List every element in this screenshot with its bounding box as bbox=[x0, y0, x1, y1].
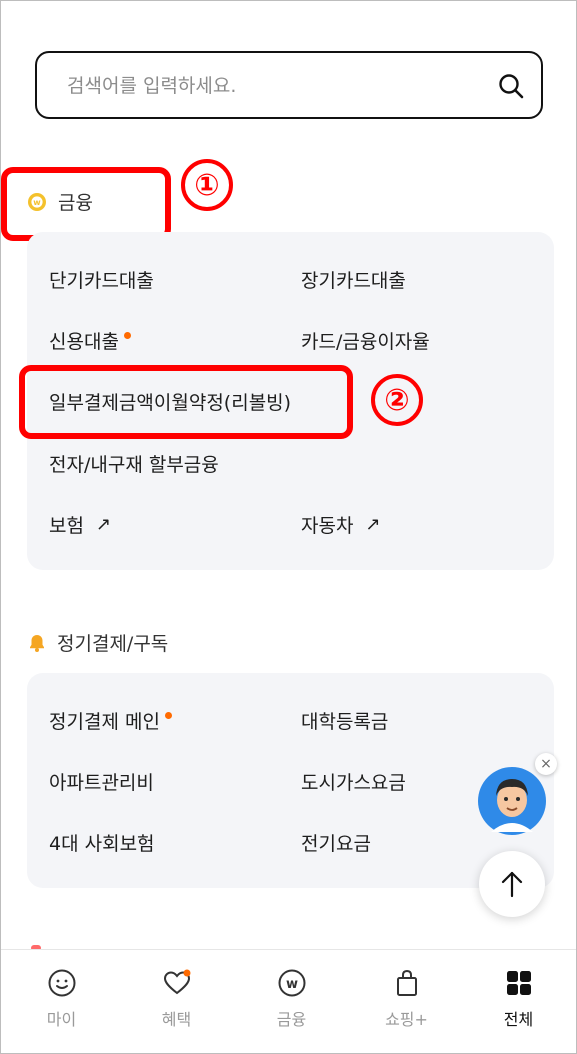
svg-text:w: w bbox=[285, 977, 297, 992]
menu-item-short-term-card-loan[interactable]: 단기카드대출 bbox=[49, 266, 154, 293]
smile-icon bbox=[48, 969, 75, 997]
menu-item-tuition[interactable]: 대학등록금 bbox=[301, 707, 388, 734]
menu-item-label: 전기요금 bbox=[301, 833, 371, 855]
search-icon[interactable] bbox=[497, 72, 525, 100]
menu-item-label: 아파트관리비 bbox=[49, 772, 154, 794]
nav-label: 금융 bbox=[276, 1010, 307, 1029]
menu-item-label: 4대 사회보험 bbox=[49, 833, 155, 855]
menu-item-installment-finance[interactable]: 전자/내구재 할부금융 bbox=[49, 450, 219, 477]
shopping-bag-icon bbox=[396, 969, 417, 996]
bell-icon bbox=[30, 634, 44, 652]
new-dot-badge bbox=[164, 712, 172, 719]
nav-label: 혜택 bbox=[161, 1010, 192, 1029]
external-link-icon: ↗ bbox=[365, 514, 381, 535]
scroll-to-top-button[interactable] bbox=[479, 851, 545, 917]
menu-item-social-insurance[interactable]: 4대 사회보험 bbox=[49, 829, 155, 856]
menu-item-apartment-fee[interactable]: 아파트관리비 bbox=[49, 768, 154, 795]
menu-item-subscription-main[interactable]: 정기결제 메인 bbox=[49, 707, 172, 734]
bottom-navigation: 마이 혜택 w 금융 쇼핑+ 전체 bbox=[1, 949, 576, 1053]
menu-item-long-term-card-loan[interactable]: 장기카드대출 bbox=[301, 266, 406, 293]
new-dot-badge bbox=[123, 332, 131, 339]
nav-item-finance[interactable]: w 금융 bbox=[234, 950, 349, 1053]
external-link-icon: ↗ bbox=[95, 514, 112, 535]
chatbot-avatar-button[interactable] bbox=[477, 766, 547, 836]
annotation-box-1 bbox=[1, 167, 171, 241]
menu-item-label: 보험 bbox=[49, 515, 84, 537]
section-title-label: 정기결제/구독 bbox=[57, 633, 169, 655]
nav-label: 쇼핑+ bbox=[385, 1010, 428, 1029]
menu-item-label: 전자/내구재 할부금융 bbox=[49, 454, 219, 476]
subscription-menu-card: 정기결제 메인 대학등록금 아파트관리비 도시가스요금 4대 사회보험 전기요금 bbox=[27, 673, 554, 888]
menu-item-label: 장기카드대출 bbox=[301, 270, 406, 292]
annotation-number-1: ① bbox=[181, 159, 233, 211]
menu-item-label: 신용대출 bbox=[49, 331, 119, 353]
grid-icon bbox=[506, 971, 531, 995]
menu-item-label: 도시가스요금 bbox=[301, 772, 406, 794]
nav-label: 전체 bbox=[503, 1010, 534, 1029]
menu-item-label: 대학등록금 bbox=[301, 711, 389, 733]
search-input[interactable] bbox=[65, 53, 489, 119]
nav-label: 마이 bbox=[46, 1010, 77, 1029]
arrow-up-icon bbox=[501, 871, 523, 898]
nav-item-my[interactable]: 마이 bbox=[4, 950, 119, 1053]
menu-item-label: 카드/금융이자율 bbox=[301, 331, 430, 353]
menu-item-gas-bill[interactable]: 도시가스요금 bbox=[301, 768, 406, 795]
search-bar[interactable] bbox=[35, 51, 543, 119]
menu-item-label: 자동차 bbox=[301, 515, 354, 537]
annotation-box-2 bbox=[19, 365, 353, 439]
annotation-number-2: ② bbox=[371, 374, 423, 426]
nav-item-all[interactable]: 전체 bbox=[461, 950, 576, 1053]
heart-icon bbox=[163, 969, 190, 995]
menu-item-insurance[interactable]: 보험 ↗ bbox=[49, 511, 111, 538]
menu-item-electric-bill[interactable]: 전기요금 bbox=[301, 829, 371, 856]
menu-item-car[interactable]: 자동차 ↗ bbox=[301, 511, 381, 538]
menu-item-label: 단기카드대출 bbox=[49, 270, 154, 292]
menu-item-card-interest-rate[interactable]: 카드/금융이자율 bbox=[301, 327, 430, 354]
menu-item-credit-loan[interactable]: 신용대출 bbox=[49, 327, 131, 354]
won-coin-icon: w bbox=[278, 969, 305, 997]
section-title-subscription: 정기결제/구독 bbox=[27, 629, 168, 656]
nav-item-benefits[interactable]: 혜택 bbox=[119, 950, 234, 1053]
menu-item-label: 정기결제 메인 bbox=[49, 711, 160, 733]
nav-item-shopping[interactable]: 쇼핑+ bbox=[349, 950, 464, 1053]
app-screen: w 금융 ① 단기카드대출 장기카드대출 신용대출 카드/금융이자율 일부결제금… bbox=[0, 0, 577, 1054]
close-icon[interactable]: × bbox=[535, 753, 557, 775]
